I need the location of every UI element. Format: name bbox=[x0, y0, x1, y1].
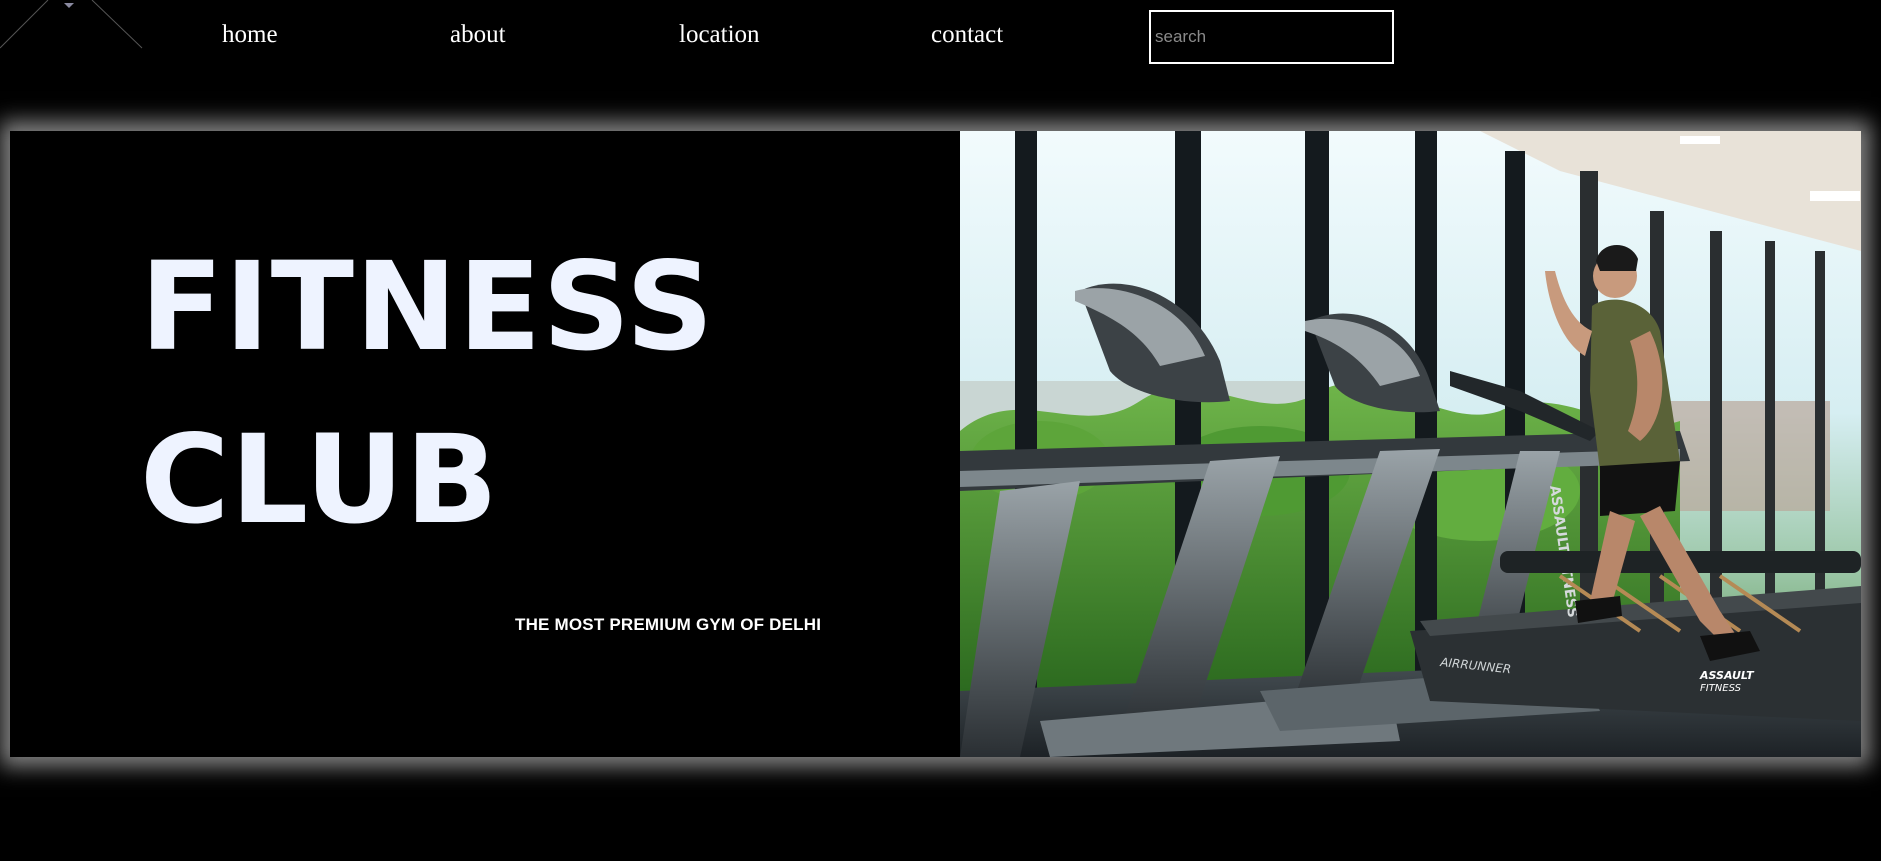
gym-treadmill-photo: AIRRUNNER ASSAULT FITNESS ASSAULTFITNESS bbox=[960, 131, 1861, 757]
nav-link-contact[interactable]: contact bbox=[931, 18, 1003, 52]
top-navigation: home about location contact bbox=[0, 0, 1881, 70]
hero-title: FITNESS CLUB bbox=[140, 221, 715, 567]
hero-title-line-1: FITNESS bbox=[140, 236, 715, 378]
svg-text:ASSAULT: ASSAULT bbox=[1699, 669, 1755, 682]
hero-tagline: THE MOST PREMIUM GYM OF DELHI bbox=[515, 615, 822, 634]
hero-title-line-2: CLUB bbox=[140, 409, 499, 551]
nav-link-about[interactable]: about bbox=[450, 18, 506, 52]
nav-link-location[interactable]: location bbox=[679, 18, 760, 52]
nav-link-home[interactable]: home bbox=[222, 18, 278, 52]
search-input[interactable] bbox=[1149, 10, 1394, 64]
svg-text:FITNESS: FITNESS bbox=[1700, 683, 1742, 694]
hero-banner: FITNESS CLUB THE MOST PREMIUM GYM OF DEL… bbox=[10, 131, 1861, 757]
